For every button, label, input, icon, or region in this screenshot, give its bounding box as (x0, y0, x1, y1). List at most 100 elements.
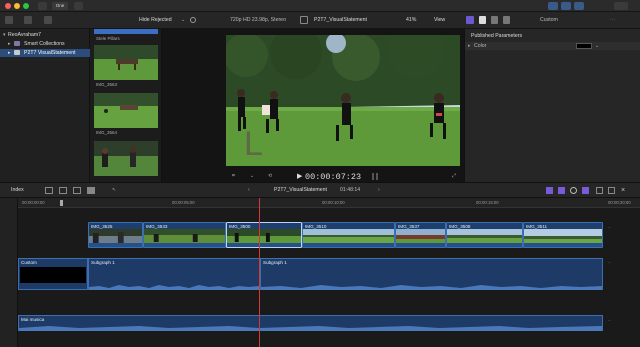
minimize-window-button[interactable] (14, 3, 20, 9)
disclosure-triangle-icon[interactable]: ▸ (468, 43, 471, 49)
music-clip[interactable]: Mai musica (18, 315, 603, 331)
audio-waveform (19, 326, 602, 331)
select-tool-icon[interactable]: ↖ (112, 187, 116, 193)
headphones-icon[interactable] (570, 187, 577, 194)
timecode-display[interactable]: 00:00:07:23 (305, 172, 361, 182)
ruler-tick-label: 00:00:10:00 (322, 200, 345, 205)
timeline-ruler[interactable]: 00:00:00:00 00:00:05:00 00:00:10:00 00:0… (18, 198, 640, 208)
sidebar-item-label: P2T7 VisualStatement (24, 50, 76, 56)
clip-filmstrip (396, 229, 445, 244)
clip-filter-select[interactable]: Hide Rejected (139, 17, 172, 23)
workspace-label: Custom (540, 17, 558, 23)
inspector-title: Published Parameters (471, 33, 523, 39)
video-inspector-icon[interactable] (479, 16, 486, 24)
title-clip-thumbnail (20, 267, 86, 283)
ruler-tick-label: 00:00:00:00 (22, 200, 45, 205)
connect-clip-icon[interactable] (45, 187, 53, 194)
library-sidebar: ▾ ReoAvraham7 ▸ Smart Collections ▸ P2T7… (0, 29, 90, 182)
import-icon[interactable] (38, 2, 47, 10)
effects-browser-icon[interactable] (608, 187, 615, 194)
zoom-window-button[interactable] (23, 3, 29, 9)
audio-waveform (303, 243, 394, 247)
audio-waveform (227, 243, 301, 247)
libraries-icon[interactable] (5, 16, 13, 24)
forward-arrow-icon[interactable]: › (378, 187, 380, 193)
timeline-duration: 01:48:14 (340, 187, 361, 193)
clip-filmstrip (89, 229, 142, 244)
clip-filmstrip (227, 229, 301, 244)
layout-dots-icon[interactable]: ⋯ (610, 17, 615, 23)
project-title: P2T7_VisualStatement (314, 17, 367, 23)
inspector-toggle-icon[interactable] (574, 2, 584, 10)
inspector: Published Parameters ▸ Color ⌄ (464, 29, 640, 182)
video-frame[interactable]: L (226, 35, 460, 166)
timeline-project-title: P2T7_VisualStatement (274, 187, 327, 193)
transform-icon[interactable]: ⌗ (232, 173, 235, 179)
title-clip[interactable]: Custom (18, 258, 88, 290)
append-clip-icon[interactable] (73, 187, 81, 194)
audio-waveform (89, 285, 259, 290)
timeline-index-button[interactable]: Index (11, 187, 24, 193)
play-icon[interactable]: ▶ (297, 173, 302, 180)
photos-icon[interactable] (24, 16, 32, 24)
timeline-clip[interactable]: IMG_3525 (88, 222, 143, 248)
disclosure-triangle-icon[interactable]: ▾ (3, 32, 6, 38)
clip-thumbnail[interactable] (94, 93, 158, 128)
snapping-icon[interactable] (582, 187, 589, 194)
timeline-clip-selected[interactable]: IMG_3500 (226, 222, 302, 248)
audio-skimming-icon[interactable] (558, 187, 565, 194)
parameter-row[interactable]: ▸ Color ⌄ (465, 42, 640, 50)
search-icon[interactable] (190, 17, 196, 23)
title-clip-label: Custom (21, 260, 37, 265)
clip-filmstrip (447, 229, 522, 244)
color-swatch[interactable] (576, 43, 592, 49)
library-toggle-icon[interactable] (548, 2, 558, 10)
view-menu[interactable]: View (434, 17, 445, 23)
playhead[interactable] (259, 198, 260, 347)
info-icon[interactable] (491, 16, 498, 24)
audio-waveform (89, 243, 142, 247)
event-icon (14, 50, 20, 55)
retime-icon[interactable]: ⟲ (268, 173, 272, 179)
range-marker[interactable] (60, 200, 63, 206)
sidebar-item-smart-collections[interactable]: ▸ Smart Collections (0, 40, 90, 48)
chevron-down-icon[interactable]: ⌄ (595, 43, 599, 49)
meter-bar (372, 173, 374, 180)
titles-icon[interactable] (44, 16, 52, 24)
close-icon[interactable]: × (621, 187, 625, 194)
folder-icon (14, 41, 20, 46)
timeline-clip[interactable]: IMG_3537 (395, 222, 446, 248)
clip-thumbnail[interactable] (94, 45, 158, 80)
clip-name: IMG_3563 (96, 82, 118, 87)
back-arrow-icon[interactable]: ‹ (248, 187, 250, 193)
close-window-button[interactable] (5, 3, 11, 9)
disclosure-triangle-icon[interactable]: ▸ (8, 50, 11, 56)
sidebar-item-event[interactable]: ▸ P2T7 VisualStatement (0, 49, 90, 57)
keywords-button[interactable]: One (52, 2, 68, 10)
selected-clip-highlight (94, 29, 158, 34)
ruler-tick-label: 00:00:15:00 (476, 200, 499, 205)
sidebar-item-library[interactable]: ▾ ReoAvraham7 (0, 31, 90, 39)
clip-appearance-icon[interactable] (596, 187, 603, 194)
skimming-icon[interactable] (546, 187, 553, 194)
overwrite-clip-icon[interactable] (87, 187, 95, 194)
speed-menu[interactable]: ⌄ (250, 173, 254, 179)
connected-clip[interactable]: Subgraph 1 (260, 258, 603, 290)
share-icon[interactable] (614, 2, 628, 10)
fullscreen-icon[interactable]: ⤢ (452, 173, 456, 179)
timeline-toggle-icon[interactable] (561, 2, 571, 10)
insert-clip-icon[interactable] (59, 187, 67, 194)
share-inspector-icon[interactable] (503, 16, 510, 24)
timeline-clip[interactable]: IMG_3511 (523, 222, 603, 248)
timeline-clip[interactable]: IMG_3508 (446, 222, 523, 248)
zoom-select[interactable]: 41% (406, 17, 416, 23)
checkmark-icon[interactable] (74, 2, 83, 10)
timeline-clip[interactable]: IMG_3510 (302, 222, 395, 248)
effects-icon[interactable] (466, 16, 474, 24)
clip-browser: Stele Pillars IMG_3563 IMG_3564 (90, 29, 162, 182)
timeline-clip[interactable]: IMG_3533 (143, 222, 226, 248)
disclosure-triangle-icon[interactable]: ▸ (8, 41, 11, 47)
connected-clip[interactable]: Subgraph 1 (88, 258, 260, 290)
clip-thumbnail[interactable] (94, 141, 158, 176)
sidebar-item-label: Smart Collections (24, 41, 65, 47)
